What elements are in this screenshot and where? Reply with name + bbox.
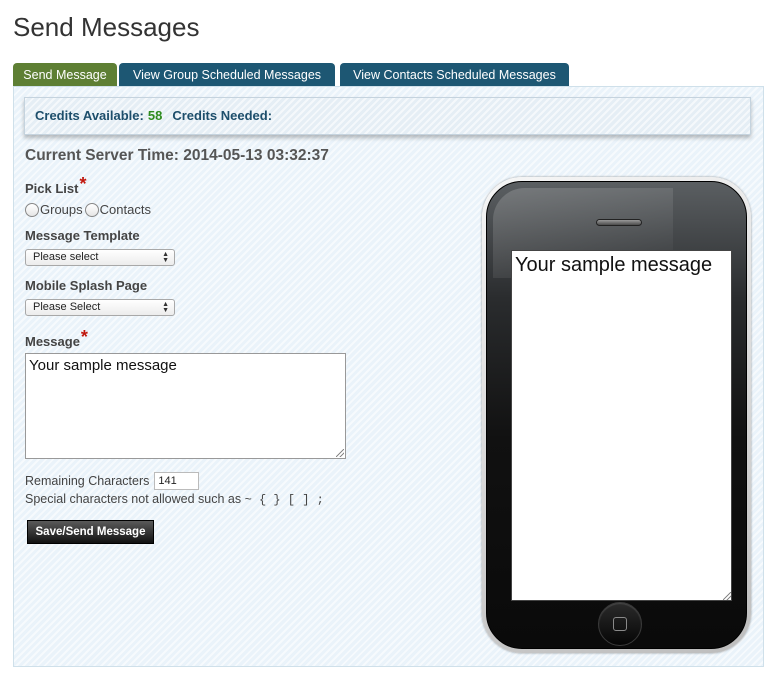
phone-screen: Your sample message	[511, 250, 732, 601]
tab-view-contacts-scheduled[interactable]: View Contacts Scheduled Messages	[340, 63, 569, 87]
send-message-panel: Credits Available: 58 Credits Needed: Curr…	[13, 86, 764, 667]
server-time-label: Current Server Time:	[25, 147, 179, 164]
message-label-text: Message	[25, 334, 80, 349]
credits-box: Credits Available: 58 Credits Needed:	[24, 97, 751, 135]
save-send-button[interactable]: Save/Send Message	[27, 520, 154, 544]
remaining-characters-label: Remaining Characters	[25, 474, 150, 488]
contacts-radio[interactable]	[84, 202, 99, 217]
groups-radio-label[interactable]: Groups	[40, 202, 83, 217]
phone-preview: Your sample message	[482, 177, 751, 653]
splash-page-select[interactable]: Please Select ▲ ▼	[25, 299, 175, 316]
pick-list-label: Pick List*	[25, 174, 87, 198]
select-arrows-icon: ▲ ▼	[162, 251, 169, 264]
message-template-select[interactable]: Please select ▲ ▼	[25, 249, 175, 266]
special-characters-list: ~ { } [ ] ;	[244, 493, 324, 507]
speaker-icon	[596, 219, 642, 226]
remaining-characters-field[interactable]: 141	[154, 472, 200, 490]
groups-radio[interactable]	[25, 202, 39, 217]
home-square-icon	[613, 617, 627, 631]
page-title: Send Messages	[13, 12, 200, 42]
credits-needed-label: Credits Needed:	[172, 108, 273, 123]
phone-body: Your sample message	[486, 181, 747, 649]
credits-available-value: 58	[147, 108, 163, 123]
special-characters-text: Special characters not allowed such as	[25, 492, 242, 506]
message-textarea[interactable]: Your sample message	[25, 353, 346, 459]
pick-list-label-text: Pick List	[25, 181, 79, 196]
server-time: Current Server Time: 2014-05-13 03:32:37	[25, 147, 329, 165]
preview-message: Your sample message	[515, 254, 713, 276]
message-template-label: Message Template	[25, 228, 140, 243]
tab-send-message[interactable]: Send Message	[13, 63, 117, 87]
contacts-radio-label[interactable]: Contacts	[100, 202, 151, 217]
tab-view-group-scheduled[interactable]: View Group Scheduled Messages	[119, 63, 335, 87]
splash-page-label: Mobile Splash Page	[25, 278, 148, 293]
splash-page-selected: Please Select	[33, 301, 101, 313]
pick-list-options: Groups Contacts	[25, 202, 153, 217]
special-characters-note: Special characters not allowed such as ~…	[25, 492, 324, 507]
credits-available-label: Credits Available:	[35, 108, 144, 123]
resize-grip-icon[interactable]	[336, 449, 344, 457]
resize-grip-icon	[723, 592, 731, 600]
home-button-icon	[598, 602, 642, 646]
required-marker: *	[80, 327, 88, 347]
server-time-value: 2014-05-13 03:32:37	[183, 147, 329, 164]
message-text: Your sample message	[29, 357, 177, 374]
select-arrows-icon: ▲ ▼	[162, 301, 169, 314]
required-marker: *	[79, 174, 87, 194]
message-template-selected: Please select	[33, 251, 99, 263]
remaining-characters-row: Remaining Characters 141	[25, 472, 200, 490]
message-label: Message*	[25, 327, 88, 351]
